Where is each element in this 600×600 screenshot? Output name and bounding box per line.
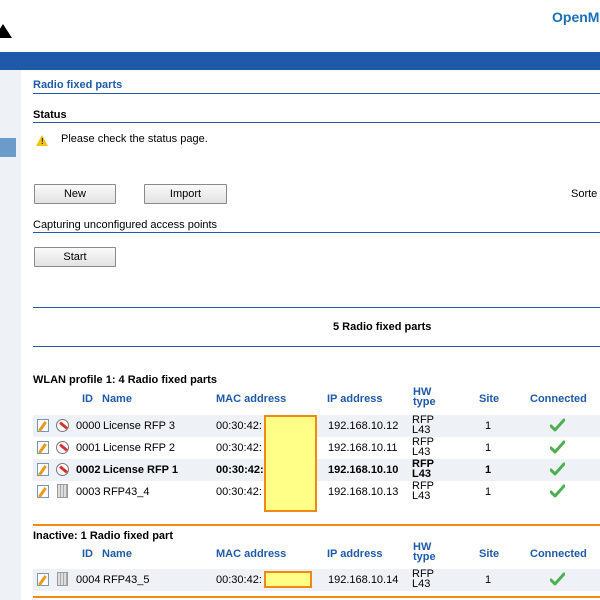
cell-site: 1 <box>485 574 492 586</box>
cell-site: 1 <box>485 442 492 454</box>
logo-icon <box>0 24 12 38</box>
status-title: Status <box>33 109 67 121</box>
divider <box>33 346 600 347</box>
cell-hw-type: RFP L43 <box>412 437 434 458</box>
new-button[interactable]: New <box>34 184 116 204</box>
edit-icon[interactable] <box>37 463 49 476</box>
cell-mac: 00:30:42: <box>216 486 262 498</box>
cell-id: 0000 <box>76 420 101 432</box>
cell-hw-type: RFP L43 <box>412 481 434 502</box>
cell-ip: 192.168.10.14 <box>328 574 399 586</box>
cell-name: License RFP 2 <box>103 442 175 454</box>
cell-ip: 192.168.10.13 <box>328 486 399 498</box>
cell-id: 0001 <box>76 442 101 454</box>
column-site[interactable]: Site <box>479 393 499 405</box>
trash-icon[interactable] <box>57 484 68 498</box>
cell-name: RFP43_5 <box>103 574 150 586</box>
divider <box>33 232 600 233</box>
main-content: Radio fixed parts Status ! Please check … <box>33 70 600 600</box>
cell-id: 0004 <box>76 574 101 586</box>
check-icon <box>550 484 565 498</box>
unlock-icon[interactable] <box>56 463 69 476</box>
cell-name: RFP43_4 <box>103 486 150 498</box>
mac-redaction-highlight <box>264 571 312 588</box>
unlock-icon[interactable] <box>56 441 69 454</box>
check-icon <box>550 462 565 476</box>
edit-icon[interactable] <box>37 485 49 498</box>
cell-hw-line2: L43 <box>412 490 431 502</box>
column-hw-line2: type <box>413 551 436 563</box>
capture-title: Capturing unconfigured access points <box>33 219 218 231</box>
cell-site: 1 <box>485 486 492 498</box>
cell-hw-line2: L43 <box>412 578 431 590</box>
column-id[interactable]: ID <box>82 393 93 405</box>
sorted-label: Sorte <box>571 188 598 200</box>
cell-hw-line2: L43 <box>412 424 431 436</box>
column-ip[interactable]: IP address <box>327 393 382 405</box>
divider <box>33 122 600 123</box>
inactive-table-header: ID Name MAC address IP address HW type Si… <box>33 541 600 567</box>
column-site[interactable]: Site <box>479 548 499 560</box>
cell-id: 0003 <box>76 486 101 498</box>
unlock-icon[interactable] <box>56 419 69 432</box>
cell-ip: 192.168.10.12 <box>328 420 399 432</box>
page-title: Radio fixed parts <box>33 79 123 91</box>
column-mac[interactable]: MAC address <box>216 393 286 405</box>
cell-site: 1 <box>485 464 492 476</box>
column-hw-type[interactable]: HW type <box>413 542 436 563</box>
status-message: Please check the status page. <box>61 133 208 145</box>
check-icon <box>550 572 565 586</box>
menu-bar <box>0 52 600 70</box>
cell-hw-line2: L43 <box>412 468 431 480</box>
brand-title: OpenM <box>552 9 600 25</box>
column-mac[interactable]: MAC address <box>216 548 286 560</box>
column-connected[interactable]: Connected <box>530 393 587 405</box>
trash-icon[interactable] <box>57 572 68 586</box>
cell-name: License RFP 1 <box>103 464 178 476</box>
column-ip[interactable]: IP address <box>327 548 382 560</box>
check-icon <box>550 440 565 454</box>
mac-redaction-highlight <box>264 415 317 512</box>
check-icon <box>550 418 565 432</box>
cell-id: 0002 <box>76 464 101 476</box>
column-name[interactable]: Name <box>102 393 132 405</box>
column-connected[interactable]: Connected <box>530 548 587 560</box>
cell-name: License RFP 3 <box>103 420 175 432</box>
table-row[interactable]: 0004 RFP43_5 00:30:42: 192.168.10.14 RFP L43 1 <box>33 569 600 591</box>
side-navigation-selected-item[interactable] <box>0 138 16 157</box>
start-button[interactable]: Start <box>34 247 116 267</box>
cell-hw-type: RFP L43 <box>412 415 434 436</box>
column-hw-line2: type <box>413 396 436 408</box>
edit-icon[interactable] <box>37 419 49 432</box>
summary-text: 5 Radio fixed parts <box>333 321 432 333</box>
cell-mac: 00:30:42: <box>216 442 262 454</box>
cell-hw-type: RFP L43 <box>412 459 434 480</box>
divider <box>33 307 600 308</box>
cell-mac: 00:30:42: <box>216 574 262 586</box>
column-name[interactable]: Name <box>102 548 132 560</box>
cell-ip: 192.168.10.11 <box>328 442 398 454</box>
top-bar: OpenM <box>0 0 600 52</box>
cell-mac: 00:30:42: <box>216 464 264 476</box>
divider <box>33 93 600 94</box>
edit-icon[interactable] <box>37 573 49 586</box>
cell-site: 1 <box>485 420 492 432</box>
wlan-group-title: WLAN profile 1: 4 Radio fixed parts <box>33 374 217 386</box>
import-button[interactable]: Import <box>144 184 227 204</box>
cell-hw-line2: L43 <box>412 446 431 458</box>
column-hw-type[interactable]: HW type <box>413 387 436 408</box>
cell-ip: 192.168.10.10 <box>328 464 399 476</box>
warning-icon: ! <box>36 135 48 146</box>
column-id[interactable]: ID <box>82 548 93 560</box>
wlan-table-header: ID Name MAC address IP address HW type Si… <box>33 386 600 412</box>
edit-icon[interactable] <box>37 441 49 454</box>
cell-mac: 00:30:42: <box>216 420 262 432</box>
cell-hw-type: RFP L43 <box>412 569 434 590</box>
